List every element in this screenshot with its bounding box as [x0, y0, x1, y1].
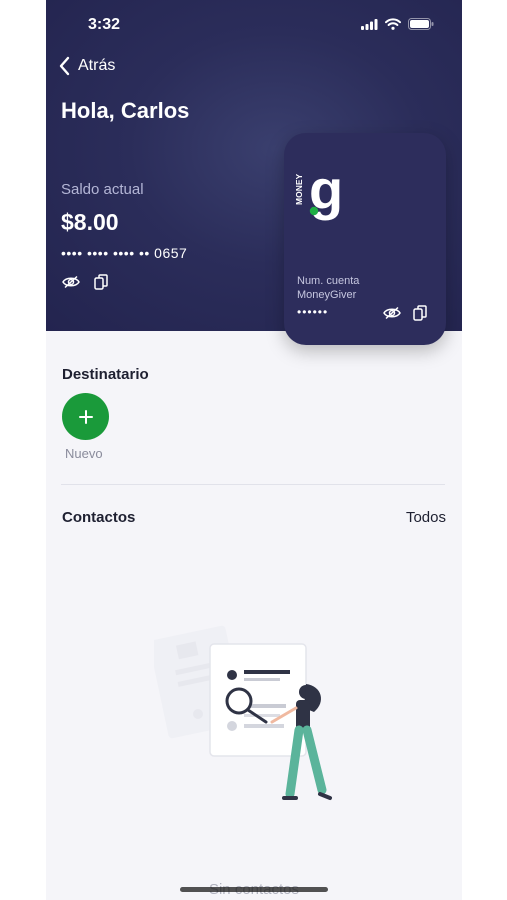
masked-account-number: •••• •••• •••• •• 0657 — [61, 245, 188, 261]
card-label-line2: MoneyGiver — [297, 289, 357, 301]
home-indicator[interactable] — [180, 887, 328, 892]
contacts-section-title: Contactos — [62, 509, 136, 526]
empty-contacts-illustration — [154, 625, 332, 800]
account-card: MONEY g Num. cuenta MoneyGiver •••••• — [284, 133, 446, 345]
recipient-section-title: Destinatario — [62, 366, 149, 383]
card-masked-number: •••••• — [297, 305, 329, 319]
card-actions — [382, 303, 430, 323]
add-recipient-button[interactable] — [62, 393, 109, 440]
greeting-title: Hola, Carlos — [61, 98, 190, 123]
copy-icon — [413, 304, 427, 321]
card-label-line1: Num. cuenta — [297, 275, 360, 287]
balance-label: Saldo actual — [61, 181, 144, 198]
card-toggle-visibility-button[interactable] — [382, 303, 402, 323]
balance-amount: $8.00 — [61, 209, 119, 235]
moneygiver-logo: MONEY g — [296, 163, 343, 221]
wifi-icon — [385, 18, 401, 30]
toggle-visibility-button[interactable] — [61, 272, 81, 292]
logo-brand-text: MONEY — [296, 174, 304, 206]
view-all-contacts-link[interactable]: Todos — [406, 509, 446, 526]
plus-icon — [78, 409, 93, 424]
signal-icon — [361, 18, 378, 30]
card-account-label: Num. cuenta MoneyGiver — [297, 274, 359, 302]
balance-actions — [61, 272, 111, 292]
card-copy-button[interactable] — [410, 303, 430, 323]
copy-account-button[interactable] — [91, 272, 111, 292]
back-label: Atrás — [78, 57, 116, 74]
status-bar: 3:32 — [46, 0, 462, 44]
new-recipient-label: Nuevo — [65, 446, 103, 461]
battery-icon — [408, 18, 434, 30]
eye-off-icon — [62, 275, 80, 289]
eye-off-icon — [383, 306, 401, 320]
chevron-left-icon — [59, 56, 70, 76]
app-screen: 3:32 Atrás Hola, Carlos Saldo actual $8.… — [46, 0, 462, 900]
back-button[interactable]: Atrás — [58, 56, 115, 76]
section-divider — [61, 484, 445, 485]
status-icons — [361, 18, 434, 30]
status-time: 3:32 — [88, 16, 121, 33]
copy-icon — [94, 273, 108, 290]
